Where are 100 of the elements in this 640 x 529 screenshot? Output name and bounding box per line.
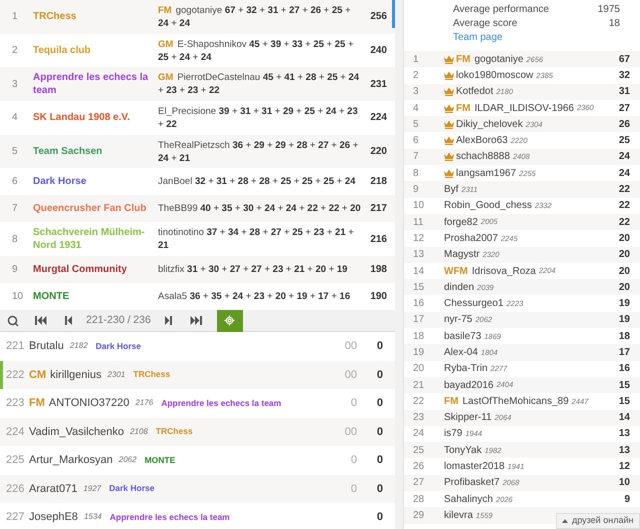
player-sheet: 0 <box>350 453 357 468</box>
player-row[interactable]: 224 Vadim_Vasilchenko 2108 TRChess 00 0 <box>0 418 395 446</box>
member-points: 22 <box>618 216 631 230</box>
player-points: 0 <box>376 368 384 382</box>
member-name[interactable]: dinden <box>444 280 474 295</box>
member-rank: 27 <box>412 476 426 490</box>
player-title: FM <box>456 102 470 116</box>
player-row[interactable]: 226 Ararat071 1927 Dark Horse 0 0 <box>0 474 395 503</box>
member-name[interactable]: Kotfedot <box>456 84 494 100</box>
member-rank: 2 <box>412 68 420 83</box>
locate-button[interactable] <box>216 310 243 332</box>
player-rank: 224 <box>5 424 26 440</box>
member-name[interactable]: ILDAR_ILDISOV-1966 <box>474 100 574 116</box>
team-leader-scores: blitzfix 31 + 30 + 27 + 27 + 23 + 21 + 20 + 19 <box>158 263 348 276</box>
team-total: 231 <box>369 78 388 91</box>
crown-icon <box>444 120 454 129</box>
crown-icon <box>444 54 454 64</box>
member-points: 15 <box>618 378 631 393</box>
crown-icon <box>444 87 454 96</box>
player-title: FM <box>158 4 172 16</box>
player-rating: 1534 <box>84 511 102 524</box>
player-rating: 2108 <box>130 426 148 438</box>
player-team[interactable]: Apprendre les echecs la team <box>161 396 282 410</box>
player-team[interactable]: Apprendre les echecs la team <box>110 510 230 524</box>
player-title: FM <box>444 394 458 409</box>
scrollbar[interactable] <box>392 0 395 28</box>
member-name[interactable]: langsam1967 <box>456 166 516 181</box>
member-name[interactable]: Robin_Good_chess <box>444 198 532 214</box>
member-name[interactable]: kilevra <box>444 508 473 523</box>
player-name: JosephE8 <box>29 510 78 525</box>
member-rank: 28 <box>412 492 426 507</box>
member-points: 19 <box>618 313 631 328</box>
team-rank: 2 <box>11 44 19 57</box>
player-team[interactable]: MONTE <box>144 454 176 467</box>
member-name[interactable]: Profibasket7 <box>444 475 500 490</box>
member-name[interactable]: Skipper-11 <box>444 410 492 426</box>
member-name[interactable]: nyr-75 <box>444 312 472 328</box>
team-leader-scores: TheRealPietzsch 36 + 29 + 29 + 28 + 27 + 26 + 24 + 21 <box>158 138 360 165</box>
player-points: 0 <box>376 396 384 411</box>
team-leader-scores: GM E-Shaposhnikov 45 + 39 + 33 + 25 + 25 + 25 + 24 + 24 <box>158 38 355 64</box>
team-name[interactable]: Apprendre les echecs la team <box>33 71 158 98</box>
player-sheet: 0 <box>350 482 357 496</box>
member-name[interactable]: TonyYak <box>444 442 482 458</box>
player-rank: 227 <box>5 510 26 525</box>
member-points: 25 <box>618 134 631 148</box>
player-team[interactable]: Dark Horse <box>96 340 142 353</box>
player-rank: 226 <box>5 482 26 496</box>
member-name[interactable]: is79 <box>444 426 462 442</box>
player-row[interactable]: 222 CM kirillgenius 2301 TRChess 00 0 <box>0 360 395 389</box>
member-name[interactable]: AlexBoro63 <box>456 133 508 148</box>
player-name: kirillgenius <box>50 368 102 382</box>
member-name[interactable]: loko1980moscow <box>456 68 534 83</box>
member-rank: 1 <box>412 52 420 67</box>
page-range: 221-230 / 236 <box>85 312 152 328</box>
member-points: 22 <box>618 183 631 198</box>
player-rating: 2301 <box>107 368 126 381</box>
member-rank: 10 <box>412 199 426 214</box>
member-points: 17 <box>618 346 631 360</box>
player-rating: 2182 <box>70 340 88 352</box>
stat-value: 1975 <box>598 3 620 17</box>
member-name[interactable]: Magystr <box>444 247 480 262</box>
member-name[interactable]: LastOfTheMohicans_89 <box>462 394 569 409</box>
player-sheet: 0 <box>350 396 357 411</box>
member-name[interactable]: gogotaniye <box>474 52 524 67</box>
member-rank: 12 <box>412 232 426 246</box>
friends-online-toast[interactable]: друзей онлайн <box>556 513 640 529</box>
player-name: Vadim_Vasilchenko <box>29 424 124 440</box>
member-name[interactable]: forge82 <box>444 214 478 230</box>
team-leader-scores: tinotinotino 37 + 34 + 28 + 27 + 25 + 23 + 21 + 21 <box>158 226 355 252</box>
member-name[interactable]: basile73 <box>444 328 482 344</box>
member-name[interactable]: Idrisova_Roza <box>472 264 536 278</box>
member-name[interactable]: Byf <box>444 182 458 198</box>
member-points: 22 <box>618 199 631 214</box>
member-rank: 5 <box>412 118 420 132</box>
member-points: 12 <box>618 460 631 474</box>
member-name[interactable]: Dikiy_chelovek <box>456 116 523 132</box>
member-points: 14 <box>618 411 631 426</box>
player-team[interactable]: Dark Horse <box>109 482 154 496</box>
team-name[interactable]: Murgtal Community <box>33 263 158 276</box>
team-leader-scores: TheBB99 40 + 35 + 30 + 24 + 24 + 22 + 22 + 20 <box>158 202 362 216</box>
member-name[interactable]: Sahalinych <box>444 492 493 507</box>
member-rank: 13 <box>412 248 426 262</box>
member-name[interactable]: Ryba-Trin <box>444 361 488 376</box>
member-name[interactable]: Alex-04 <box>444 344 478 360</box>
team-name[interactable]: SK Landau 1908 e.V. <box>33 111 158 124</box>
step-icon <box>164 316 172 325</box>
member-name[interactable]: bayad2016 <box>444 378 494 393</box>
member-name[interactable]: schach8888 <box>456 149 510 164</box>
member-name[interactable]: Prosha2007 <box>444 230 498 246</box>
member-points: 32 <box>618 68 631 83</box>
team-rank: 3 <box>11 78 19 91</box>
member-points: 24 <box>618 150 631 164</box>
team-name[interactable]: MONTE <box>33 290 158 304</box>
team-name[interactable]: Dark Horse <box>33 175 158 188</box>
member-name[interactable]: lomaster2018 <box>444 459 505 474</box>
member-rank: 11 <box>412 216 424 230</box>
member-rank: 6 <box>412 134 420 148</box>
member-name[interactable]: Chessurgeo1 <box>444 296 504 312</box>
player-rating: 1927 <box>83 482 102 495</box>
member-rank: 23 <box>412 411 426 426</box>
